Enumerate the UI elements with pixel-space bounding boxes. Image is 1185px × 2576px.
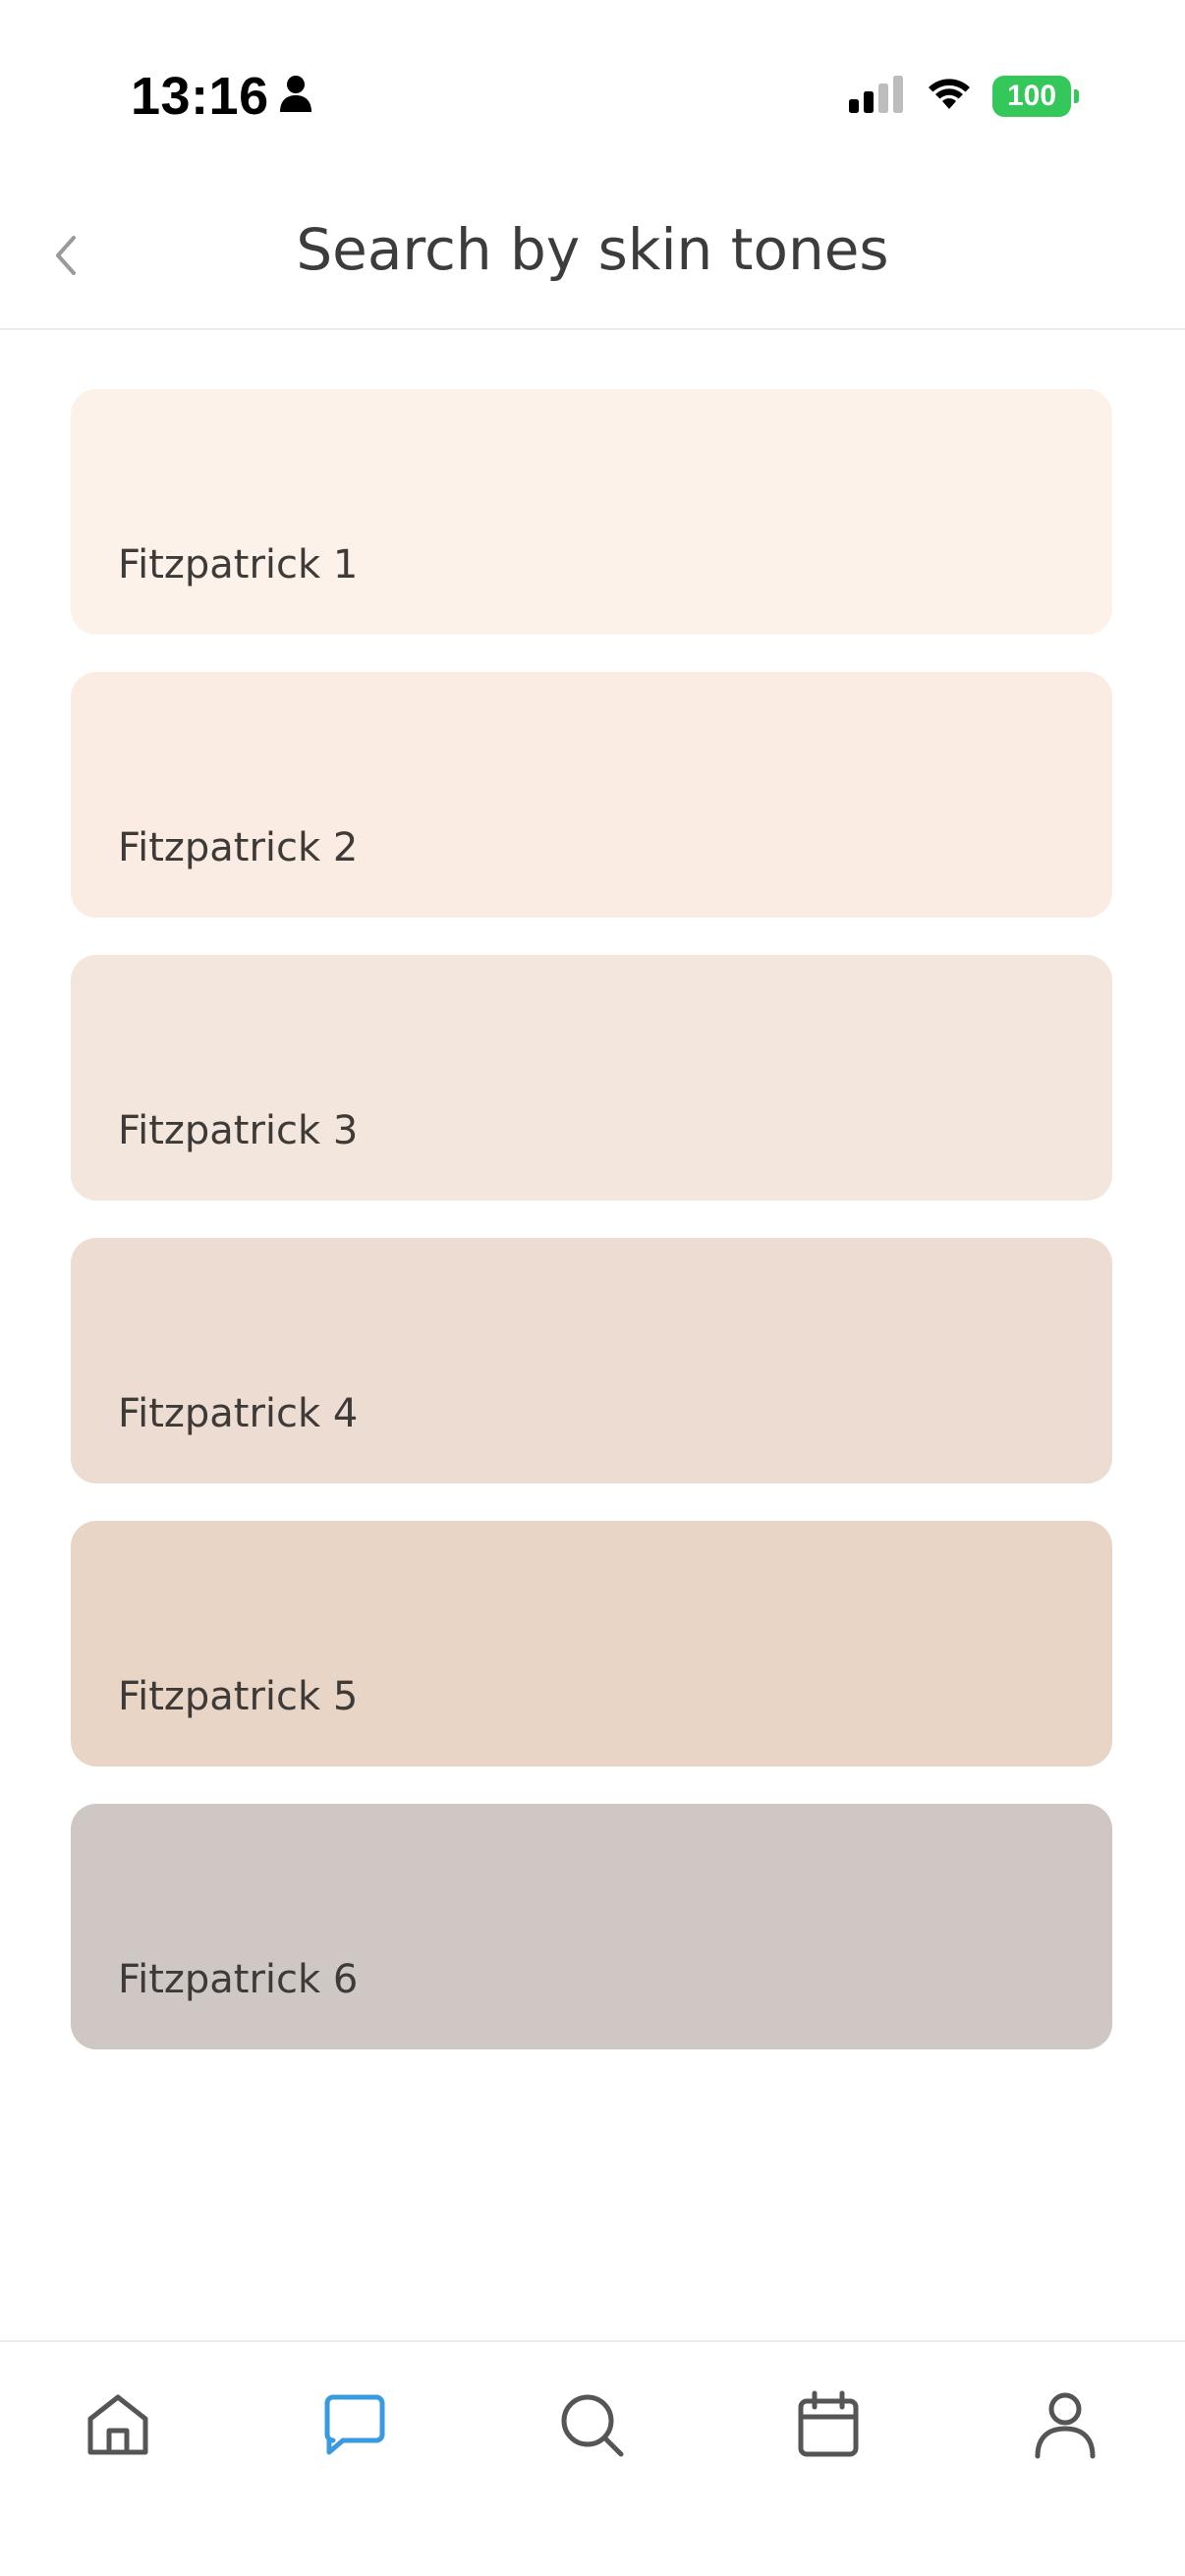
tone-label: Fitzpatrick 5: [118, 1674, 359, 1719]
person-icon: [279, 75, 312, 118]
status-bar: 13:16 100: [0, 0, 1185, 177]
profile-icon: [1030, 2389, 1100, 2464]
nav-search[interactable]: [542, 2378, 641, 2476]
page-title: Search by skin tones: [296, 216, 889, 283]
status-indicators: 100: [849, 71, 1079, 122]
tone-card-4[interactable]: Fitzpatrick 4: [71, 1238, 1112, 1484]
signal-icon: [849, 76, 906, 117]
battery-level: 100: [992, 76, 1071, 117]
battery-cap: [1074, 89, 1079, 103]
tone-label: Fitzpatrick 2: [118, 825, 359, 870]
battery-icon: 100: [992, 76, 1079, 117]
status-time-group: 13:16: [131, 65, 312, 128]
tone-card-2[interactable]: Fitzpatrick 2: [71, 672, 1112, 918]
tone-label: Fitzpatrick 4: [118, 1391, 359, 1436]
page-header: Search by skin tones: [0, 177, 1185, 330]
calendar-icon: [793, 2389, 864, 2464]
tone-card-1[interactable]: Fitzpatrick 1: [71, 389, 1112, 635]
tone-card-5[interactable]: Fitzpatrick 5: [71, 1521, 1112, 1766]
nav-calendar[interactable]: [779, 2378, 877, 2476]
tone-card-6[interactable]: Fitzpatrick 6: [71, 1804, 1112, 2049]
status-time: 13:16: [131, 67, 269, 126]
nav-messages[interactable]: [306, 2378, 404, 2476]
nav-profile[interactable]: [1016, 2378, 1114, 2476]
chat-icon: [319, 2389, 390, 2464]
tone-card-3[interactable]: Fitzpatrick 3: [71, 955, 1112, 1201]
tone-label: Fitzpatrick 3: [118, 1108, 359, 1153]
tone-label: Fitzpatrick 1: [118, 542, 359, 588]
tone-label: Fitzpatrick 6: [118, 1957, 359, 2002]
skin-tone-list: Fitzpatrick 1 Fitzpatrick 2 Fitzpatrick …: [71, 389, 1112, 2087]
home-icon: [83, 2389, 153, 2464]
bottom-nav: [0, 2340, 1185, 2576]
wifi-icon: [924, 76, 975, 117]
search-icon: [556, 2389, 627, 2464]
nav-home[interactable]: [69, 2378, 167, 2476]
